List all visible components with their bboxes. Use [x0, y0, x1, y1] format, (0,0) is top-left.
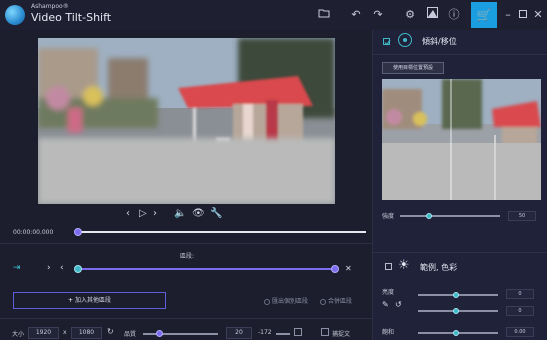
quality-slider-track[interactable]: [143, 333, 218, 335]
maximize-icon[interactable]: [515, 7, 531, 23]
tilt-shift-header: 傾斜/移位: [373, 30, 547, 54]
pos-value: -172: [258, 329, 272, 336]
color-section-title: 範例, 色彩: [420, 263, 458, 272]
info-icon[interactable]: ⓘ: [446, 7, 462, 23]
settings-panel: 傾斜/移位 使用目標位置預設 強度 50 ☀ 範例, 色彩 亮度 0 ✎ ↺ 0…: [372, 30, 547, 340]
brightness-input[interactable]: 0: [506, 289, 534, 299]
section-range-track[interactable]: [78, 268, 335, 270]
quality-label: 品質: [124, 331, 137, 338]
playback-controls: ‹ ▷ › 🔈 👁 🔧: [0, 208, 372, 224]
strength-label: 強度: [382, 213, 395, 220]
timeline-track[interactable]: [78, 231, 366, 233]
size-label: 大小: [12, 331, 25, 338]
capture-label: 捕捉文: [332, 331, 351, 338]
link-icon[interactable]: ↻: [107, 327, 114, 336]
eyedropper-icon[interactable]: ✎: [382, 300, 389, 309]
section-remove-icon[interactable]: ✕: [345, 264, 352, 273]
radio-merge[interactable]: 合併區段: [320, 296, 352, 305]
undo-icon[interactable]: ↶: [348, 7, 364, 23]
radio-dot: [264, 298, 270, 305]
video-preview: [38, 38, 335, 204]
radio-label: 合併區段: [328, 298, 353, 305]
saturation-label: 飽和: [382, 329, 395, 336]
pos-slider-track[interactable]: [276, 333, 290, 335]
quality-slider-thumb[interactable]: [156, 330, 163, 337]
timeline-thumb[interactable]: [74, 228, 82, 236]
brightness-label: 亮度: [382, 289, 395, 296]
divider: [0, 243, 372, 244]
brand-name: Ashampoo®: [31, 3, 69, 10]
saturation-slider-thumb[interactable]: [453, 330, 459, 336]
app-title: Video Tilt-Shift: [31, 11, 112, 24]
eye-icon[interactable]: 👁: [192, 208, 205, 219]
strength-slider-track[interactable]: [400, 215, 500, 217]
height-input[interactable]: 1080: [71, 327, 102, 339]
pos-checkbox[interactable]: [294, 328, 302, 336]
reset-icon[interactable]: ↺: [395, 300, 402, 309]
previous-frame-icon[interactable]: ‹: [126, 208, 130, 219]
export-section-icon[interactable]: ⇥: [13, 263, 21, 273]
tilt-preview[interactable]: [382, 79, 541, 200]
capture-checkbox[interactable]: [321, 328, 329, 336]
volume-icon[interactable]: 🔈: [174, 208, 186, 219]
divider: [0, 318, 372, 319]
title-bar: Ashampoo® Video Tilt-Shift ↶ ↷ ⚙ ⓘ 🛒 – ✕: [0, 0, 547, 30]
folder-icon[interactable]: [316, 7, 332, 23]
redo-icon[interactable]: ↷: [370, 7, 386, 23]
timecode: 00:00:00.000: [13, 229, 54, 236]
times-label: x: [63, 329, 67, 336]
section-next-icon[interactable]: ›: [47, 263, 51, 273]
close-icon[interactable]: ✕: [530, 7, 546, 23]
strength-input[interactable]: 50: [508, 211, 536, 221]
section-prev-icon[interactable]: ‹: [60, 263, 64, 273]
cart-icon[interactable]: 🛒: [471, 2, 497, 28]
divider: [373, 54, 547, 55]
contrast-input[interactable]: 0: [506, 306, 534, 316]
app-logo: [5, 5, 25, 25]
add-section-label: 加入其他區段: [74, 297, 111, 304]
saturation-input[interactable]: 0.00: [506, 327, 534, 337]
sun-icon: ☀: [398, 258, 410, 273]
reset-target-button[interactable]: 使用目標位置預設: [382, 62, 444, 74]
section-label: 區段:: [180, 253, 195, 260]
color-checkbox[interactable]: [385, 263, 392, 270]
radio-label: 匯出個別區段: [272, 298, 309, 305]
strength-slider-thumb[interactable]: [426, 213, 432, 219]
tilt-shift-title: 傾斜/移位: [422, 37, 457, 46]
section-start-handle[interactable]: [74, 265, 82, 273]
radio-export-individual[interactable]: 匯出個別區段: [264, 296, 308, 305]
divider: [373, 252, 547, 253]
image-icon[interactable]: [424, 7, 440, 23]
tilt-shift-checkbox[interactable]: [383, 38, 391, 46]
quality-input[interactable]: 20: [226, 327, 252, 339]
tilt-shift-icon: [398, 33, 412, 47]
next-frame-icon[interactable]: ›: [153, 208, 157, 219]
brightness-slider-thumb[interactable]: [453, 292, 459, 298]
radio-dot: [320, 298, 326, 305]
width-input[interactable]: 1920: [28, 327, 59, 339]
output-settings-row: 大小 1920 x 1080 ↻ 品質 20 -172 捕捉文: [0, 327, 372, 340]
section-end-handle[interactable]: [331, 265, 339, 273]
contrast-slider-thumb[interactable]: [453, 308, 459, 314]
add-section-button[interactable]: + 加入其他區段: [13, 292, 166, 309]
gear-icon[interactable]: ⚙: [402, 7, 418, 23]
minimize-icon[interactable]: –: [500, 7, 516, 23]
wrench-icon[interactable]: 🔧: [210, 208, 222, 219]
play-icon[interactable]: ▷: [139, 208, 147, 219]
